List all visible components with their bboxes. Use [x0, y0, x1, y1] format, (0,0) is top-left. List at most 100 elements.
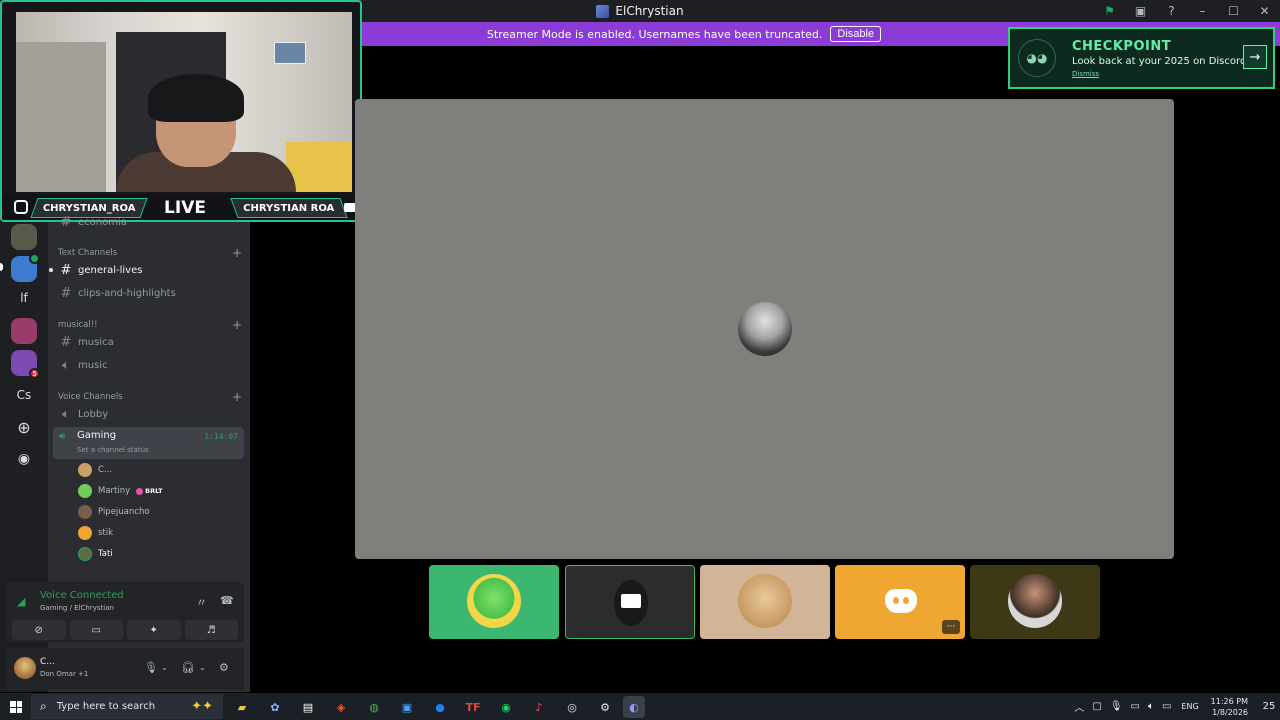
- voice-channel-gaming[interactable]: 🔊︎ Gaming Set a channel status 1:14:07: [53, 427, 244, 459]
- checkpoint-dismiss-link[interactable]: Dismiss: [1072, 70, 1246, 78]
- signal-icon[interactable]: ◢: [17, 595, 25, 608]
- language-indicator[interactable]: ENG: [1181, 702, 1198, 711]
- plus-icon[interactable]: +: [232, 318, 242, 332]
- obs-icon[interactable]: ◎: [561, 696, 583, 718]
- participant-tile[interactable]: [700, 565, 830, 639]
- focused-participant-stage[interactable]: [355, 99, 1174, 559]
- more-options-icon[interactable]: ···: [942, 620, 960, 634]
- shield-icon[interactable]: ▣: [396, 696, 418, 718]
- help-icon[interactable]: ?: [1156, 0, 1187, 22]
- category-text-channels[interactable]: Text Channels +: [58, 246, 242, 260]
- participant-tile[interactable]: ···: [835, 565, 965, 639]
- participant-avatar: [467, 574, 521, 628]
- add-server-icon[interactable]: ⊕: [11, 414, 37, 440]
- close-button[interactable]: ✕: [1249, 0, 1280, 22]
- server-icon-lf[interactable]: lf: [11, 285, 37, 311]
- camera-off-icon[interactable]: ⊘: [12, 620, 66, 640]
- store-icon[interactable]: ▤: [297, 696, 319, 718]
- minimize-button[interactable]: –: [1187, 0, 1218, 22]
- channel-clips-and-highlights[interactable]: # clips-and-highlights: [56, 283, 244, 303]
- volume-icon[interactable]: 🔈︎: [1148, 701, 1154, 712]
- participant-tile[interactable]: [970, 565, 1100, 639]
- voice-member[interactable]: C...: [78, 461, 112, 479]
- clock[interactable]: 11:26 PM 1/8/2026: [1211, 696, 1248, 718]
- user-avatar[interactable]: [14, 657, 36, 679]
- chevron-down-icon[interactable]: ⌄: [161, 663, 168, 672]
- gear-icon[interactable]: ⚙: [219, 661, 229, 674]
- avatar: [78, 484, 92, 498]
- chevron-up-icon[interactable]: ︿: [1074, 699, 1084, 714]
- channel-label: economia: [78, 216, 127, 228]
- network-icon[interactable]: ▭: [1131, 701, 1140, 712]
- chrome-icon[interactable]: ◍: [363, 696, 385, 718]
- maximize-button[interactable]: ☐: [1218, 0, 1249, 22]
- copilot-icon[interactable]: ✿: [264, 696, 286, 718]
- spotify-icon[interactable]: ◉: [495, 696, 517, 718]
- server-icon-4[interactable]: 5: [11, 350, 40, 379]
- discord-logo-icon: [885, 589, 917, 613]
- discord-taskbar-icon[interactable]: ◐: [623, 696, 645, 718]
- server-unread-pill: [0, 263, 3, 271]
- user-name[interactable]: C...: [40, 657, 55, 667]
- streamer-mode-text: Streamer Mode is enabled. Usernames have…: [486, 27, 823, 41]
- plus-icon[interactable]: +: [232, 390, 242, 404]
- microphone-icon[interactable]: 🎙︎: [1110, 701, 1123, 712]
- app-icon[interactable]: ●: [429, 696, 451, 718]
- channel-status[interactable]: Set a channel status: [77, 446, 149, 454]
- screen-share-icon[interactable]: ▣: [1125, 0, 1156, 22]
- headphones-icon[interactable]: 🎧︎: [181, 661, 195, 674]
- screen-share-icon[interactable]: ▭: [69, 620, 123, 640]
- category-voice-channels[interactable]: Voice Channels +: [58, 390, 242, 404]
- server-icon-cs[interactable]: Cs: [11, 382, 37, 408]
- disable-streamer-mode-button[interactable]: Disable: [830, 26, 882, 42]
- avatar: [78, 547, 92, 561]
- voice-member[interactable]: Martiny BRLT: [78, 482, 163, 500]
- discover-icon[interactable]: ◉: [11, 446, 37, 472]
- voice-channel-music[interactable]: 🔈︎ music: [56, 355, 244, 375]
- windows-start-icon[interactable]: [10, 701, 22, 713]
- channel-musica[interactable]: # musica: [56, 332, 244, 352]
- voice-channel-lobby[interactable]: 🔈︎ Lobby: [56, 404, 244, 424]
- brave-icon[interactable]: ◈: [330, 696, 352, 718]
- tiktok-icon[interactable]: ♪: [528, 696, 550, 718]
- arrow-right-icon[interactable]: →: [1243, 45, 1267, 69]
- server-icon-3[interactable]: [11, 318, 37, 344]
- participant-tile[interactable]: [429, 565, 559, 639]
- server-icon-1[interactable]: [11, 224, 37, 250]
- webcam-table: [286, 142, 352, 192]
- flag-icon[interactable]: ⚑: [1094, 0, 1125, 22]
- voice-connected-title[interactable]: Voice Connected: [40, 590, 124, 601]
- speaker-icon: 🔊︎: [59, 431, 66, 442]
- noise-suppression-icon[interactable]: 〃: [196, 594, 207, 610]
- hash-icon: #: [60, 262, 72, 278]
- activities-icon[interactable]: ✦: [127, 620, 181, 640]
- plus-icon[interactable]: +: [232, 246, 242, 260]
- chevron-down-icon[interactable]: ⌄: [199, 663, 206, 672]
- microphone-icon[interactable]: 🎙︎: [144, 661, 158, 674]
- webcam-poster: [274, 42, 306, 64]
- voice-member[interactable]: stik: [78, 524, 113, 542]
- steam-icon[interactable]: ⚙: [594, 696, 616, 718]
- disconnect-icon[interactable]: ☎: [220, 594, 234, 607]
- channel-general-lives[interactable]: # general-lives: [56, 260, 244, 280]
- soundboard-icon[interactable]: ♬: [184, 620, 238, 640]
- checkpoint-card[interactable]: ◕◕ CHECKPOINT Look back at your 2025 on …: [1008, 27, 1275, 89]
- voice-member[interactable]: Pipejuancho: [78, 503, 150, 521]
- voice-connected-subtitle[interactable]: Gaming / ElChrystian: [40, 604, 114, 612]
- hash-icon: #: [60, 285, 72, 301]
- server-lf-label: lf: [20, 291, 28, 305]
- tf-app-icon[interactable]: TF: [462, 696, 484, 718]
- channel-economia[interactable]: # economia: [56, 212, 244, 232]
- avatar: [78, 463, 92, 477]
- battery-icon[interactable]: ▭: [1162, 701, 1171, 712]
- clock-time: 11:26 PM: [1210, 696, 1248, 706]
- notification-count[interactable]: 25: [1258, 701, 1280, 712]
- voice-member[interactable]: Tati: [78, 545, 113, 563]
- tray-app-icon[interactable]: ▢: [1092, 701, 1101, 712]
- category-musical[interactable]: musical!! +: [58, 318, 242, 332]
- participant-tile[interactable]: [565, 565, 695, 639]
- server-icon-2[interactable]: [11, 253, 40, 282]
- taskbar-search[interactable]: ⌕ Type here to search ✦✦: [31, 694, 223, 719]
- participant-avatar: [738, 302, 792, 356]
- file-explorer-icon[interactable]: ▰: [231, 696, 253, 718]
